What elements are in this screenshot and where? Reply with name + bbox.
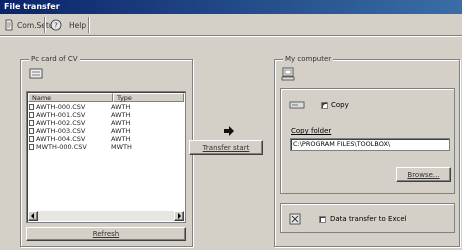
column-header-name[interactable]: Name	[28, 93, 113, 102]
help-label: Help	[69, 20, 87, 30]
copy-panel: ✓ Copy Copy folder C:\PROGRAM FILES\TOOL…	[280, 88, 455, 194]
transfer-arrow-icon	[224, 126, 234, 136]
file-icon	[29, 144, 34, 150]
pc-card-icon	[29, 68, 43, 79]
file-icon	[29, 120, 34, 126]
drive-icon	[289, 101, 305, 109]
comm-setup-icon	[5, 19, 13, 31]
excel-checkbox[interactable]: Data transfer to Excel	[319, 215, 407, 223]
copy-folder-input[interactable]: C:\PROGRAM FILES\TOOLBOX\	[290, 138, 450, 151]
transfer-start-button[interactable]: Transfer start	[189, 140, 263, 155]
file-icon	[29, 136, 34, 142]
computer-icon	[281, 67, 295, 81]
scroll-right-button[interactable]	[174, 211, 184, 221]
excel-checkbox-label: Data transfer to Excel	[330, 215, 407, 223]
arrow-right-icon	[178, 213, 181, 219]
file-row[interactable]: AWTH-003.CSV AWTH	[29, 127, 130, 135]
toolbar-separator	[44, 17, 45, 33]
scroll-left-button[interactable]	[28, 211, 38, 221]
file-row[interactable]: MWTH-000.CSV MWTH	[29, 143, 132, 151]
excel-icon	[289, 213, 301, 225]
browse-button[interactable]: Browse...	[396, 167, 451, 182]
toolbar: Com.Setup ? Help	[0, 14, 462, 36]
excel-panel: Data transfer to Excel	[280, 203, 455, 233]
file-row[interactable]: AWTH-002.CSV AWTH	[29, 119, 130, 127]
my-computer-group: My computer ✓ Copy Copy folder C:\PROGRA…	[274, 55, 460, 247]
file-row[interactable]: AWTH-000.CSV AWTH	[29, 103, 130, 111]
copy-checkbox-box[interactable]: ✓	[321, 101, 328, 109]
copy-checkbox-label: Copy	[331, 101, 349, 109]
help-button[interactable]: ? Help	[50, 17, 86, 33]
svg-text:?: ?	[54, 22, 58, 30]
refresh-button[interactable]: Refresh	[26, 227, 186, 241]
file-row[interactable]: AWTH-004.CSV AWTH	[29, 135, 130, 143]
file-icon	[29, 112, 34, 118]
file-icon	[29, 104, 34, 110]
file-icon	[29, 128, 34, 134]
file-list[interactable]: Name Type AWTH-000.CSV AWTH AWTH-001.CSV…	[26, 91, 186, 223]
horizontal-scrollbar[interactable]	[28, 211, 184, 221]
column-header-type[interactable]: Type	[113, 93, 184, 102]
help-icon: ?	[50, 19, 62, 31]
toolbar-separator	[88, 17, 89, 33]
copy-checkbox[interactable]: ✓ Copy	[321, 101, 349, 109]
my-computer-group-label: My computer	[283, 55, 334, 63]
pc-card-group: Pc card of CV Name Type AWTH-000.CSV AWT…	[20, 55, 193, 247]
pc-card-group-label: Pc card of CV	[29, 55, 80, 63]
file-row[interactable]: AWTH-001.CSV AWTH	[29, 111, 130, 119]
window-title: File transfer	[0, 0, 462, 14]
excel-checkbox-box[interactable]	[319, 215, 326, 223]
copy-folder-label: Copy folder	[291, 127, 332, 135]
arrow-left-icon	[31, 213, 34, 219]
